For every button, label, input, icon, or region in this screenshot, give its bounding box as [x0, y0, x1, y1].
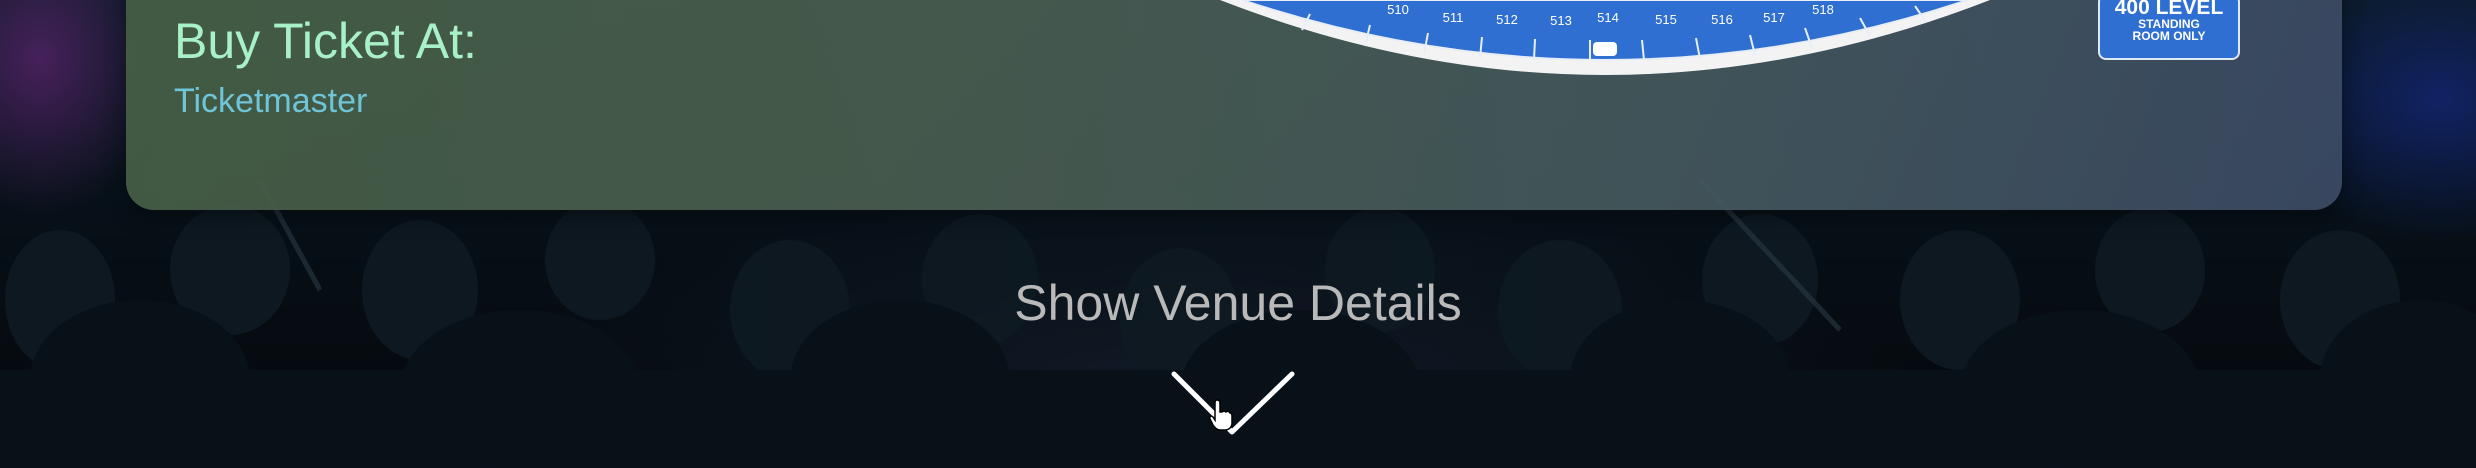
section-label: 516: [1711, 12, 1733, 27]
section-label: 513: [1550, 13, 1572, 28]
section-label: 512: [1496, 12, 1518, 27]
level-title: 400 LEVEL: [2114, 0, 2224, 19]
ticketmaster-link[interactable]: Ticketmaster: [174, 82, 367, 121]
section-label: 517: [1763, 10, 1785, 25]
level-legend-box: 400 LEVEL STANDING ROOM ONLY: [2098, 0, 2240, 60]
level-subtitle-line2: ROOM ONLY: [2132, 29, 2206, 43]
section-label: 515: [1655, 12, 1677, 27]
section-label: 514: [1597, 10, 1619, 25]
section-label: 511: [1443, 10, 1464, 25]
show-venue-details-button[interactable]: Show Venue Details: [0, 274, 2476, 332]
hand-cursor-icon: [1209, 399, 1233, 431]
section-label: 518: [1812, 2, 1834, 17]
buy-ticket-heading: Buy Ticket At:: [174, 13, 477, 69]
section-label: 510: [1387, 2, 1409, 17]
seating-chart: 510 511 512 513 514 515 516 517 518: [1220, 0, 1990, 75]
